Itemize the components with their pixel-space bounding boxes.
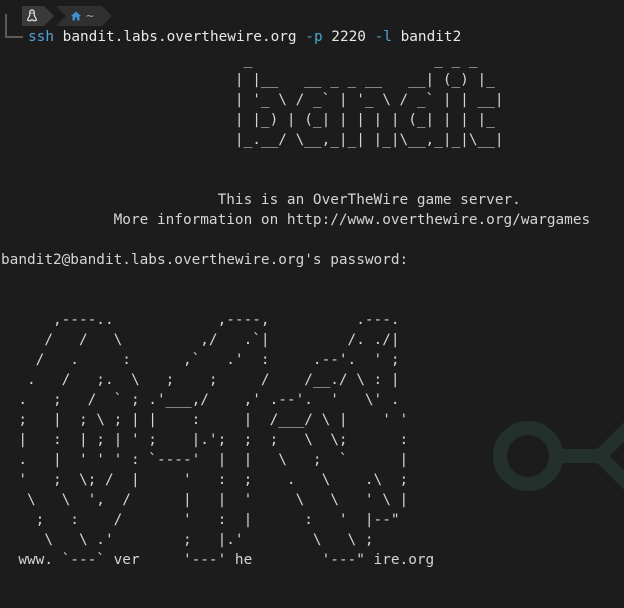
terminal-window[interactable]: ~ ssh bandit.labs.overthewire.org -p 222…: [0, 0, 624, 608]
output-line: ' ; \; / | ' : ; . \ .\ ;: [1, 472, 409, 488]
linux-tux-icon: [26, 9, 38, 22]
terminal-output: _ _ _ _ | |__ __ _ _ __ __| (_) |_ | '_ …: [1, 50, 590, 608]
command-program: ssh: [28, 29, 54, 45]
output-line: ,----.. ,----, .---.: [1, 312, 400, 328]
output-line: |_.__/ \__,_|_| |_|\__,_|_|\__|: [1, 132, 504, 148]
output-line: / . : ,` .' : .--'. ' ;: [1, 352, 400, 368]
prompt-segments: ~: [22, 6, 112, 26]
prompt-os-segment: [22, 6, 54, 26]
output-line: . ; / ` ; .'___,/ ,' .--'. ' \' .: [1, 392, 400, 408]
prompt-dir-text: ~: [86, 8, 94, 24]
output-line: / / \ ,/ .`| /. ./|: [1, 332, 400, 348]
command-user: bandit2: [400, 29, 462, 45]
output-line: ; | ; \ ; | | : | /___/ \ | ' ': [1, 412, 409, 428]
output-line: . / ;. \ ; ; / /__./ \ : |: [1, 372, 400, 388]
prompt-dir-segment: ~: [56, 6, 112, 26]
command-login-flag: -l: [374, 29, 392, 45]
output-line: | |_) | (_| | | | | (_| | | |_: [1, 112, 495, 128]
home-icon: [71, 11, 81, 21]
command-host: bandit.labs.overthewire.org: [62, 29, 297, 45]
output-line: ; : / ' : | : ' |--": [1, 512, 400, 528]
output-line: This is an OverTheWire game server.: [1, 192, 521, 208]
output-line: | |__ __ _ _ __ __| (_) |_: [1, 72, 495, 88]
output-line: bandit2@bandit.labs.overthewire.org's pa…: [1, 252, 409, 268]
prompt-corner-line: [5, 14, 23, 38]
output-line: More information on http://www.overthewi…: [1, 212, 591, 228]
command-port: 2220: [331, 29, 366, 45]
output-line: www. `---` ver '---' he '---" ire.org: [1, 552, 435, 568]
command-line[interactable]: ssh bandit.labs.overthewire.org -p 2220 …: [28, 27, 461, 47]
output-line: | : | ; | ' ; |.'; ; ; \ \; :: [1, 432, 409, 448]
output-line: \ \ .' ; |.' \ \ ;: [1, 532, 374, 548]
command-port-flag: -p: [305, 29, 323, 45]
output-line: \ \ ', / | | ' \ \ ' \ |: [1, 492, 409, 508]
output-line: _ _ _ _: [1, 52, 478, 68]
output-line: | '_ \ / _` | '_ \ / _` | | __|: [1, 92, 504, 108]
output-line: . | ' ' ' : `----' | | \ ; ` |: [1, 452, 409, 468]
